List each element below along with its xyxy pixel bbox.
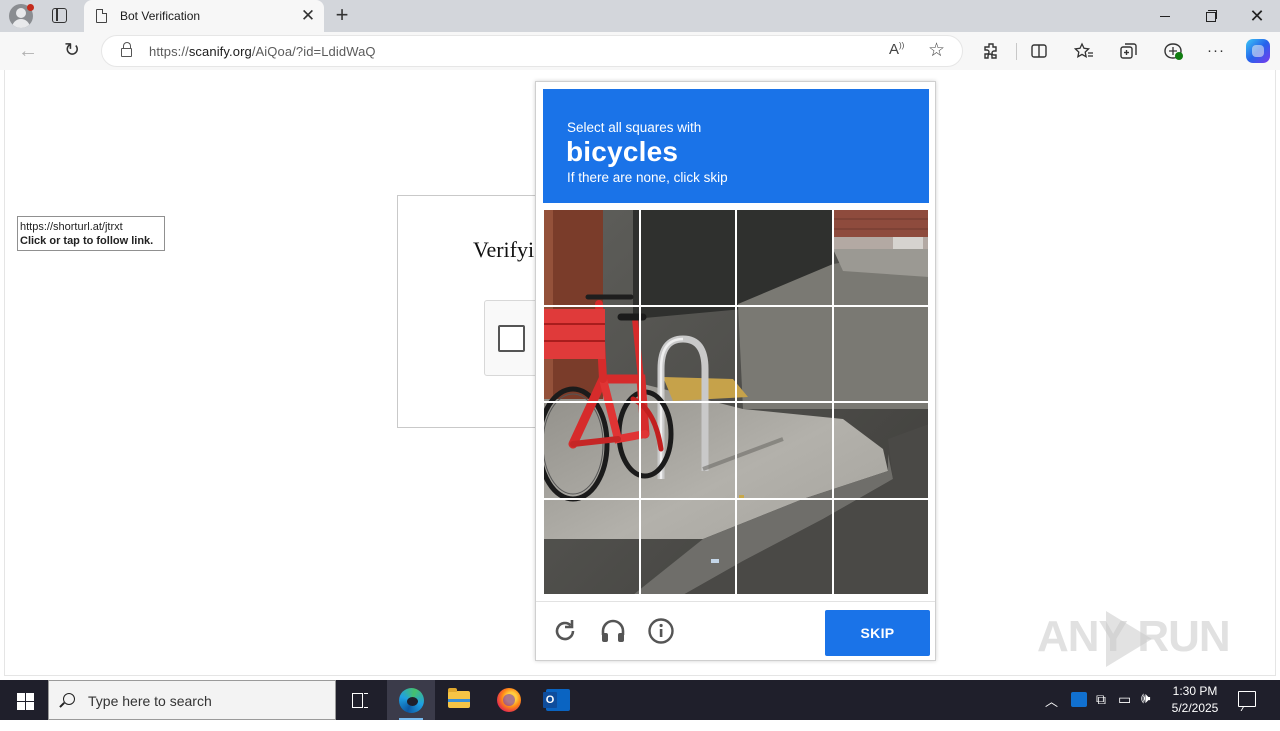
windows-taskbar: Type here to search ︿ ⧉ ▭ 🕪 1:30 PM 5/2/… xyxy=(0,680,1280,720)
new-tab-icon[interactable]: + xyxy=(331,4,353,28)
anyrun-watermark: ANY RUN xyxy=(1037,612,1231,661)
captcha-tile[interactable] xyxy=(543,305,640,402)
captcha-tile[interactable] xyxy=(639,402,736,499)
captcha-tile[interactable] xyxy=(736,498,833,595)
restore-button[interactable] xyxy=(1188,0,1234,32)
tray-outlook-icon[interactable] xyxy=(1071,692,1087,707)
more-menu-icon[interactable]: ··· xyxy=(1204,39,1228,63)
taskbar-search-box[interactable]: Type here to search xyxy=(48,680,336,720)
copilot-icon[interactable] xyxy=(1246,39,1270,63)
captcha-tile[interactable] xyxy=(832,402,929,499)
captcha-tile[interactable] xyxy=(832,498,929,595)
search-placeholder: Type here to search xyxy=(88,693,212,709)
captcha-footer: SKIP xyxy=(536,601,935,661)
captcha-hint: If there are none, click skip xyxy=(567,170,728,185)
captcha-tile[interactable] xyxy=(736,402,833,499)
captcha-tile[interactable] xyxy=(543,209,640,306)
captcha-tile[interactable] xyxy=(543,498,640,595)
clock-time: 1:30 PM xyxy=(1172,684,1218,698)
captcha-target-object: bicycles xyxy=(566,136,679,167)
extensions-icon[interactable] xyxy=(982,42,1000,60)
tab-close-icon[interactable]: ✕ xyxy=(298,6,318,26)
taskbar-edge[interactable] xyxy=(387,680,435,720)
tooltip-url: https://shorturl.at/jtrxt xyxy=(20,221,123,233)
refresh-icon[interactable]: ↻ xyxy=(60,39,84,63)
system-clock[interactable]: 1:30 PM 5/2/2025 xyxy=(1168,683,1222,717)
task-view-icon[interactable] xyxy=(336,680,384,720)
taskbar-firefox[interactable] xyxy=(485,680,533,720)
windows-logo-part xyxy=(17,702,25,710)
close-window-button[interactable]: ✕ xyxy=(1234,0,1280,32)
url-text[interactable]: https://scanify.org/AiQoa/?id=LdidWaQ xyxy=(149,44,376,59)
captcha-tile[interactable] xyxy=(736,209,833,306)
help-info-icon[interactable] xyxy=(646,616,676,646)
windows-logo-icon xyxy=(17,693,25,701)
url-scheme: https:// xyxy=(149,44,189,59)
captcha-tile[interactable] xyxy=(639,209,736,306)
captcha-tile[interactable] xyxy=(543,402,640,499)
start-button[interactable] xyxy=(0,680,48,720)
captcha-instruction: Select all squares with xyxy=(567,120,702,135)
url-path: /AiQoa/?id=LdidWaQ xyxy=(251,44,376,59)
collections-icon[interactable] xyxy=(1119,42,1138,61)
skip-button[interactable]: SKIP xyxy=(825,610,930,656)
captcha-image-grid xyxy=(543,209,929,595)
volume-icon[interactable]: 🕪 xyxy=(1141,690,1150,730)
favorites-icon[interactable] xyxy=(1074,42,1094,60)
taskbar-file-explorer[interactable] xyxy=(435,680,483,720)
favorite-star-icon[interactable]: ☆ xyxy=(928,39,945,62)
captcha-header: Select all squares with bicycles If ther… xyxy=(543,89,929,203)
tab-title: Bot Verification xyxy=(120,9,201,23)
url-host: scanify.org xyxy=(188,44,252,59)
captcha-challenge-dialog: Select all squares with bicycles If ther… xyxy=(535,81,936,661)
lock-icon[interactable] xyxy=(121,42,132,57)
outlook-icon xyxy=(543,689,570,711)
split-screen-icon[interactable] xyxy=(1030,42,1048,60)
audio-challenge-icon[interactable] xyxy=(598,616,628,646)
tooltip-action: Click or tap to follow link. xyxy=(20,235,154,247)
windows-logo-part xyxy=(26,702,34,710)
captcha-tile[interactable] xyxy=(832,209,929,306)
windows-logo-part xyxy=(26,693,34,701)
captcha-tile[interactable] xyxy=(639,305,736,402)
notifications-icon[interactable] xyxy=(1238,691,1256,707)
network-icon[interactable]: ▭ xyxy=(1118,691,1131,731)
link-hover-tooltip: https://shorturl.at/jtrxt Click or tap t… xyxy=(17,216,165,251)
tab-actions-icon[interactable] xyxy=(52,8,67,23)
clock-date: 5/2/2025 xyxy=(1171,701,1219,715)
tab-bot-verification[interactable]: Bot Verification ✕ xyxy=(84,0,324,32)
firefox-icon xyxy=(497,688,521,712)
back-icon[interactable]: ← xyxy=(16,39,40,63)
edge-icon xyxy=(399,688,424,713)
toolbar-divider xyxy=(1016,43,1017,60)
browser-essentials-icon[interactable] xyxy=(1162,41,1184,61)
captcha-tile[interactable] xyxy=(639,498,736,595)
profile-alert-dot xyxy=(27,4,34,11)
tab-bar: Bot Verification ✕ + ✕ xyxy=(0,0,1280,32)
address-bar[interactable]: https://scanify.org/AiQoa/?id=LdidWaQ A)… xyxy=(101,35,963,67)
page-icon xyxy=(96,9,107,23)
minimize-button[interactable] xyxy=(1142,0,1188,32)
taskbar-outlook[interactable] xyxy=(533,680,581,720)
browser-toolbar: ← ↻ https://scanify.org/AiQoa/?id=LdidWa… xyxy=(0,32,1280,70)
show-hidden-icons-chevron-icon[interactable]: ︿ xyxy=(1045,691,1058,731)
verification-title: Verifyi xyxy=(473,237,535,262)
folder-icon xyxy=(448,688,470,708)
not-a-robot-checkbox[interactable] xyxy=(498,325,525,352)
reload-challenge-icon[interactable] xyxy=(550,616,580,646)
read-aloud-icon[interactable]: A)) xyxy=(889,41,904,58)
tray-meet-icon[interactable]: ⧉ xyxy=(1096,691,1106,731)
captcha-tile[interactable] xyxy=(736,305,833,402)
captcha-tile[interactable] xyxy=(832,305,929,402)
search-icon xyxy=(63,693,75,705)
